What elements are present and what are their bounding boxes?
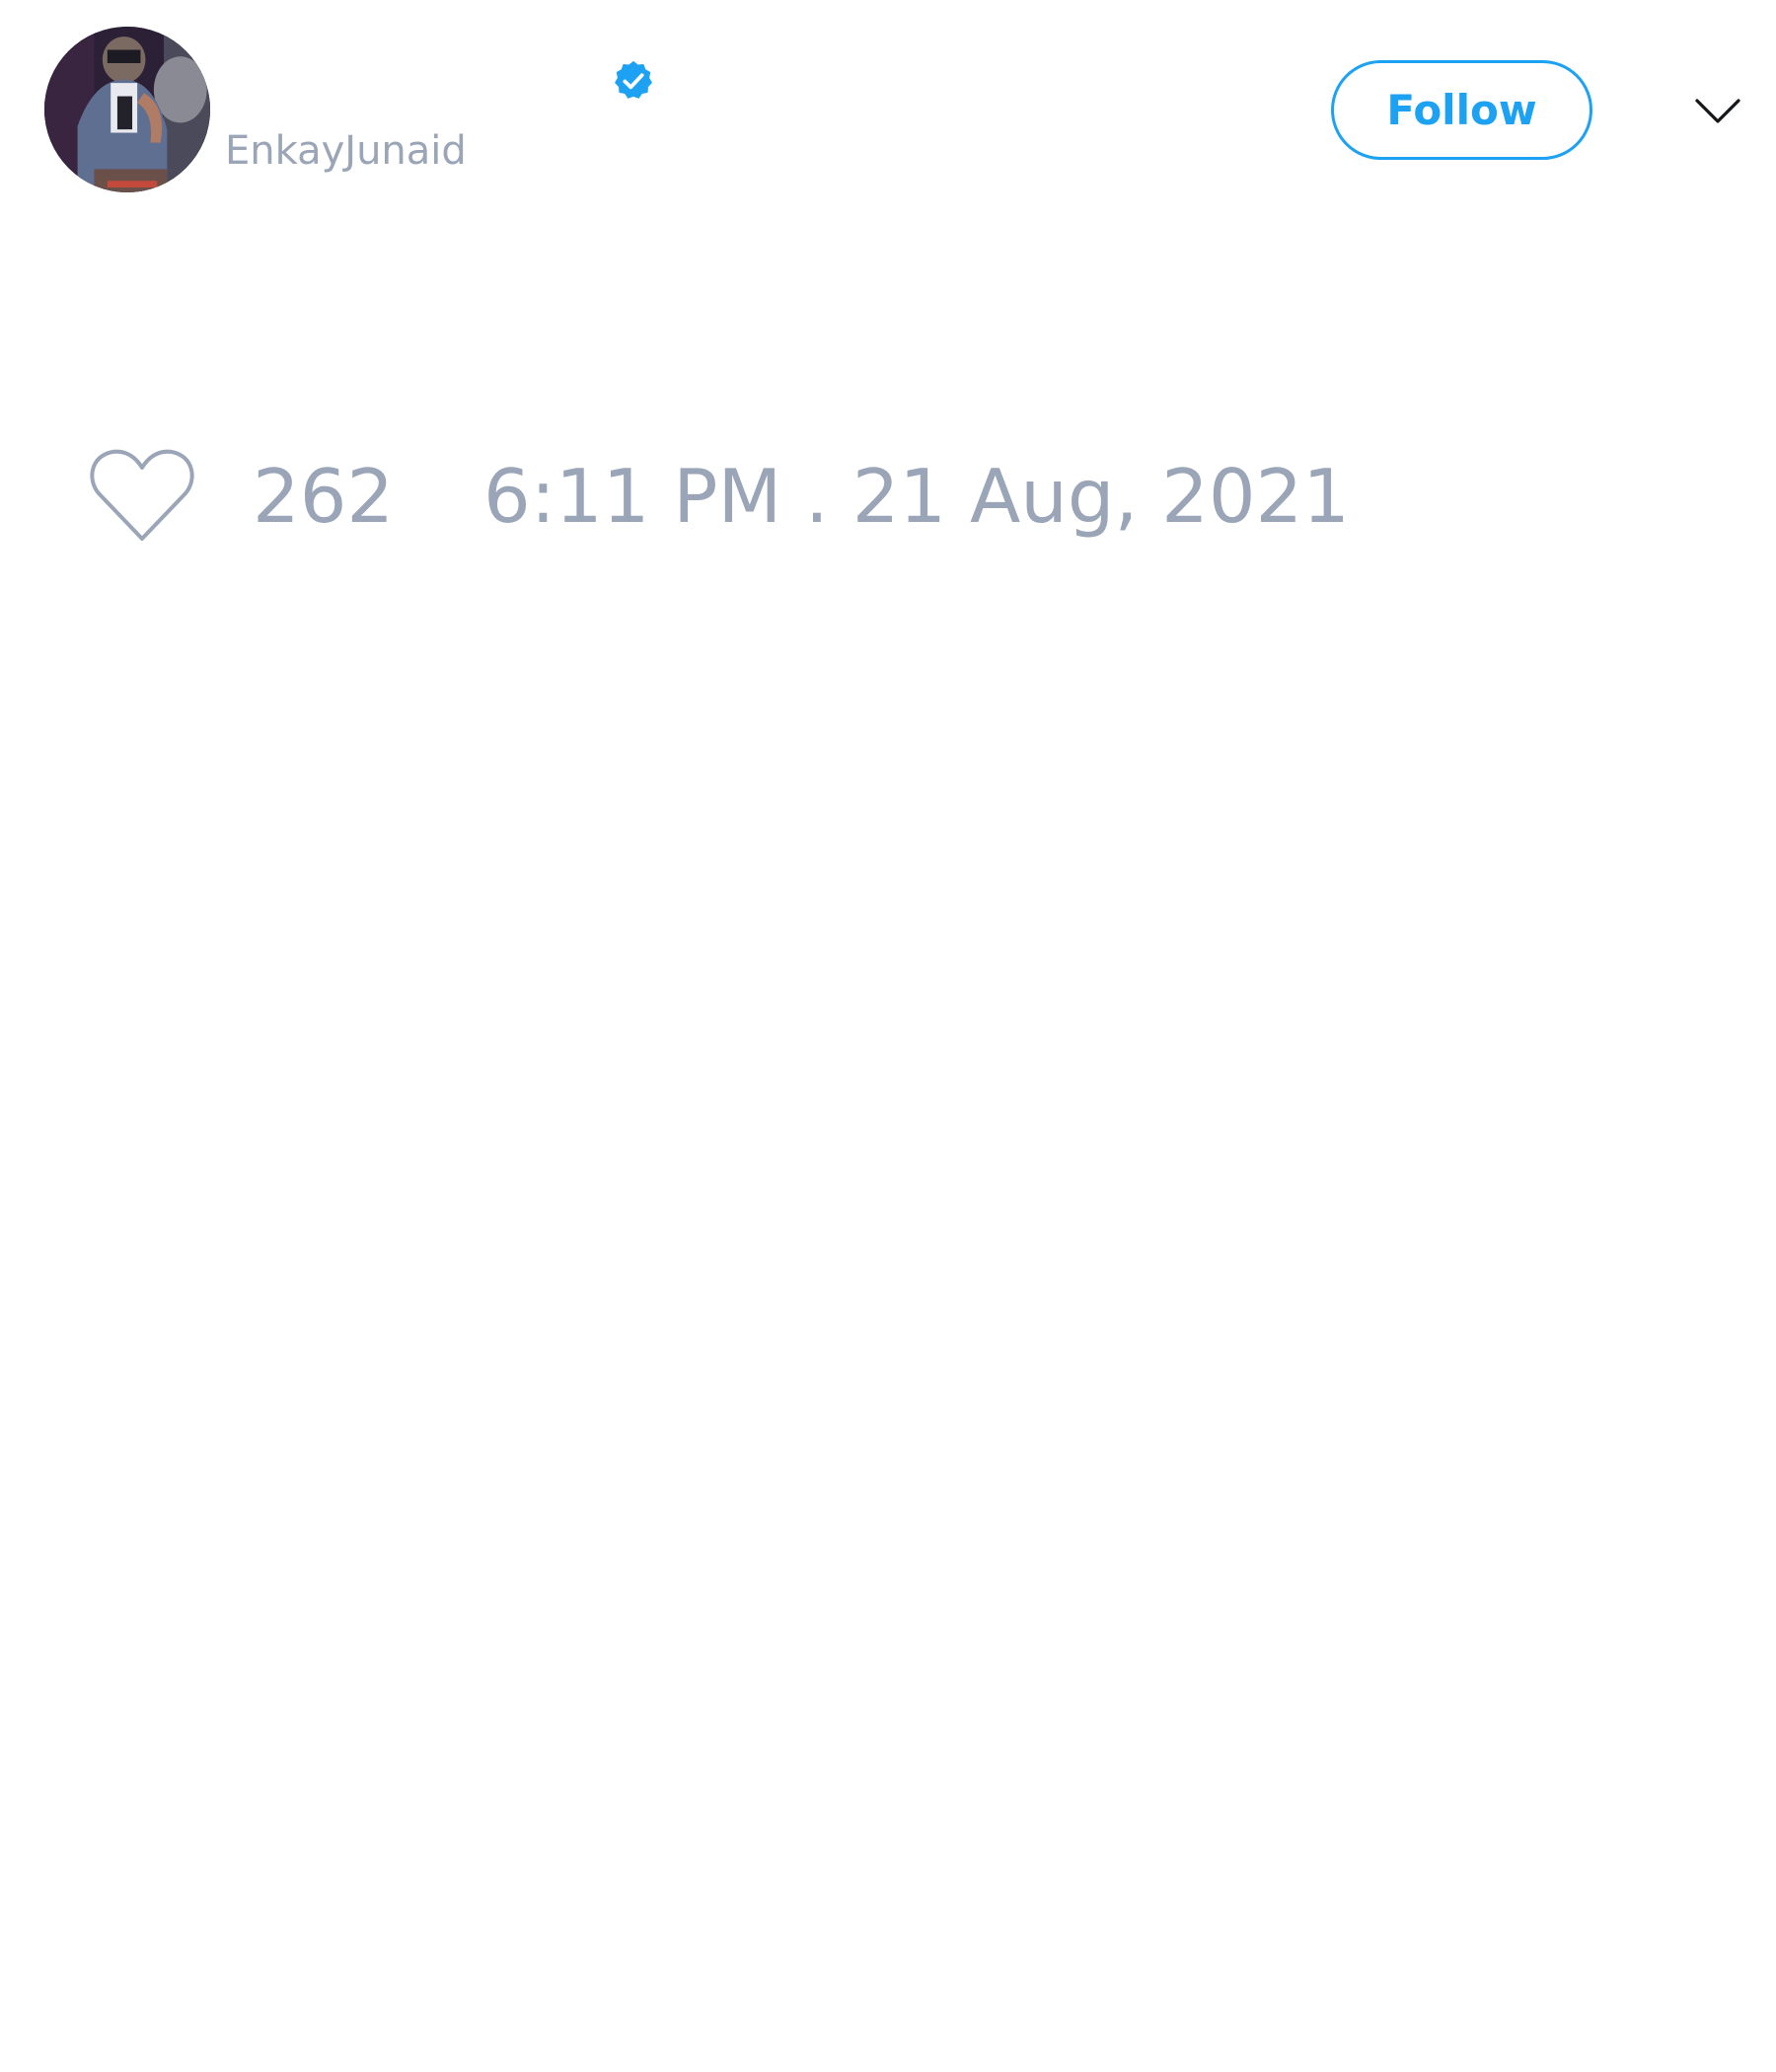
tweet-timestamp[interactable]: 6:11 PM . 21 Aug, 2021 (483, 452, 1350, 541)
like-button[interactable] (89, 446, 195, 545)
heart-outline-icon (90, 449, 194, 541)
more-options-button[interactable] (1693, 87, 1742, 136)
username[interactable]: EnkayJunaid (225, 126, 467, 176)
chevron-down-icon (1695, 99, 1740, 123)
avatar-photo (44, 27, 210, 192)
verified-badge-icon (611, 58, 656, 104)
tweet-card: EnkayJunaid Follow 262 6:11 PM . 21 Aug,… (0, 0, 1776, 2072)
follow-button[interactable]: Follow (1331, 60, 1592, 160)
like-count: 262 (253, 453, 395, 540)
avatar[interactable] (44, 27, 210, 192)
